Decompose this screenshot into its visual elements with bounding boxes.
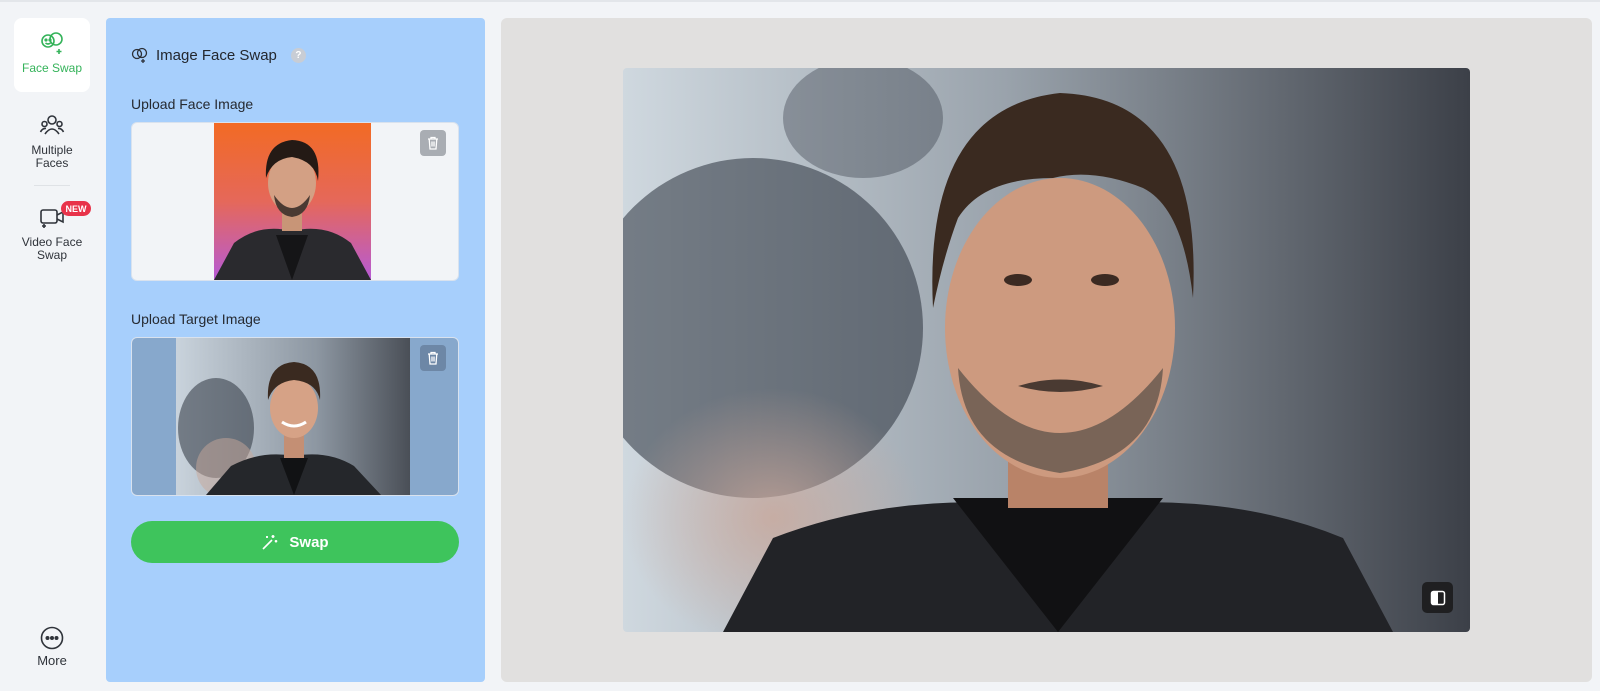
compare-icon — [1430, 590, 1445, 605]
result-image — [623, 68, 1470, 632]
sidebar-divider — [34, 185, 70, 186]
help-icon[interactable]: ? — [290, 47, 306, 63]
sidebar-item-label: Video Face Swap — [21, 235, 83, 262]
face-image-label: Upload Face Image — [131, 96, 254, 112]
sidebar-item-multiple-faces[interactable]: Multiple Faces — [14, 112, 90, 172]
magic-wand-icon — [262, 535, 278, 550]
sidebar-item-more[interactable]: More — [14, 626, 90, 670]
face-swap-icon — [41, 32, 63, 54]
target-image-label: Upload Target Image — [131, 311, 261, 327]
page-title: Image Face Swap — [156, 46, 277, 64]
target-image-thumbnail — [176, 338, 410, 495]
compare-button[interactable] — [1422, 582, 1453, 613]
trash-icon — [428, 351, 438, 365]
sidebar-item-label: Face Swap — [21, 61, 83, 75]
new-badge: NEW — [61, 201, 91, 216]
more-dots-icon — [40, 626, 64, 650]
multiple-faces-icon — [39, 115, 65, 135]
sidebar-item-label: Multiple Faces — [31, 143, 73, 170]
panel-header: Image Face Swap ? — [131, 43, 306, 67]
face-image-thumbnail — [214, 123, 371, 280]
top-divider — [0, 0, 1600, 2]
swap-button-label: Swap — [289, 533, 329, 551]
sidebar-item-face-swap[interactable]: Face Swap — [14, 18, 90, 92]
delete-face-image-button[interactable] — [420, 130, 446, 156]
swap-button[interactable]: Swap — [131, 521, 459, 563]
face-image-upload[interactable] — [131, 122, 459, 281]
left-sidebar: Face Swap Multiple Faces Video Face Swap… — [0, 2, 104, 691]
face-swap-icon — [131, 47, 148, 63]
delete-target-image-button[interactable] — [420, 345, 446, 371]
trash-icon — [428, 136, 438, 150]
sidebar-item-label: More — [37, 653, 67, 668]
target-image-upload[interactable] — [131, 337, 459, 496]
